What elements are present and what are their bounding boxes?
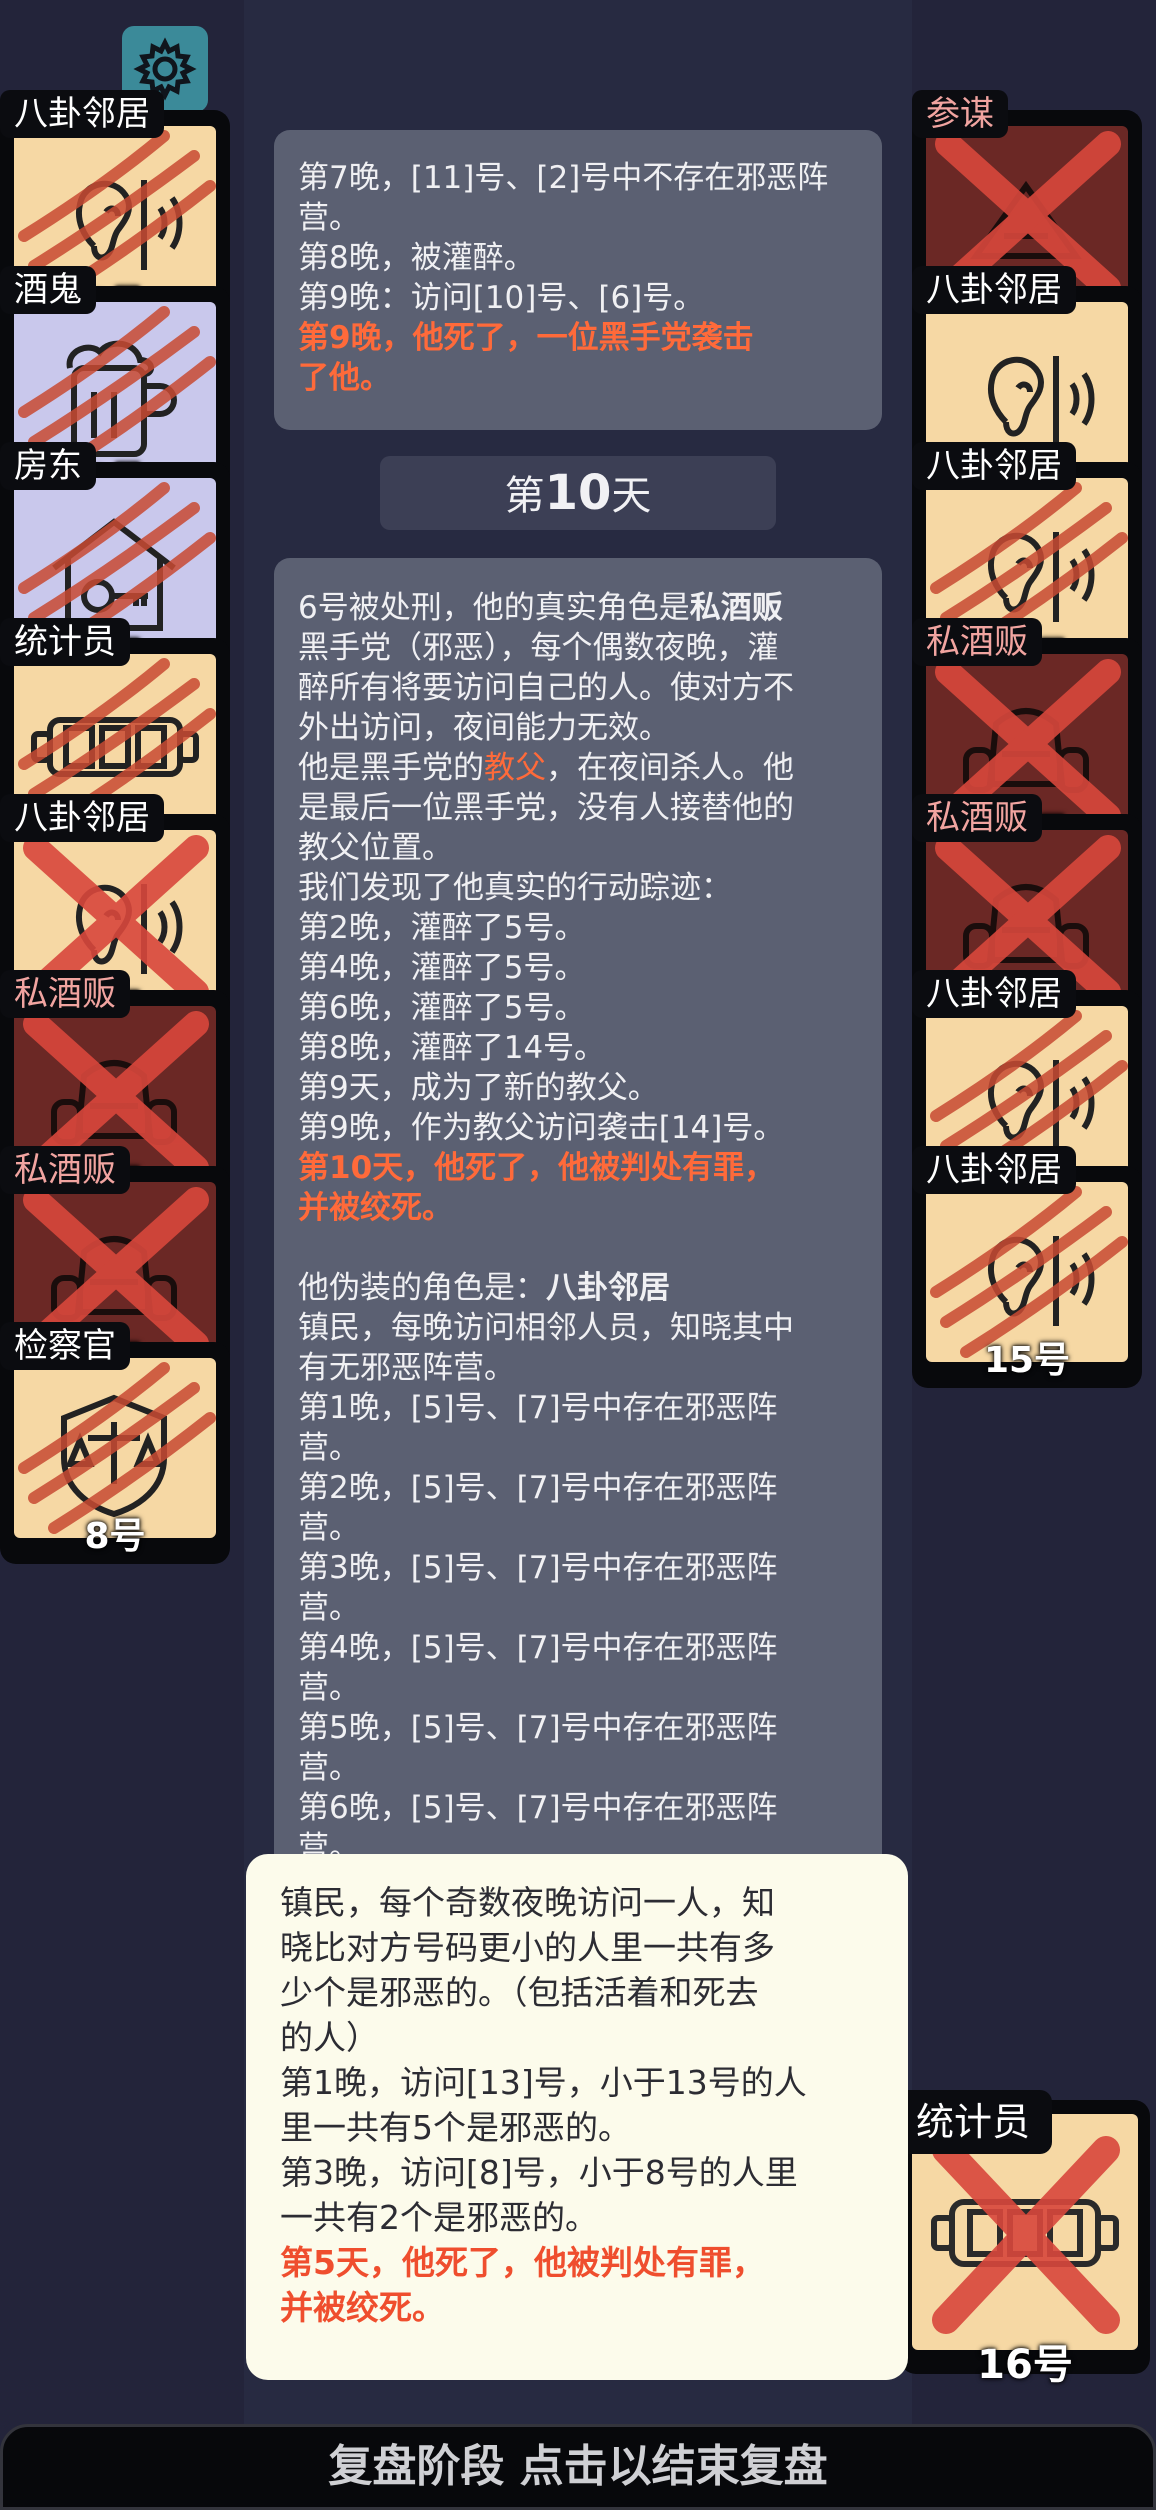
- log-line: 第7晚，[11]号、[2]号中不存在邪恶阵: [298, 160, 829, 196]
- day-prefix: 第: [504, 473, 545, 519]
- text-line: 第6晚，灌醉了5号。: [298, 990, 586, 1026]
- disguise-desc-line: 镇民，每晚访问相邻人员，知晓其中: [298, 1310, 794, 1346]
- role-label: 统计员: [894, 2090, 1053, 2154]
- role-label: 酒鬼: [0, 266, 96, 314]
- player-number: 8号: [84, 1516, 146, 1557]
- role-label: 八卦邻居: [912, 266, 1076, 314]
- text-line: 第9天，成为了新的教父。: [298, 1070, 659, 1106]
- disguise-role: 八卦邻居: [546, 1270, 670, 1306]
- text-line: 里一共有5个是邪恶的。: [280, 2108, 631, 2147]
- text-line: 镇民，每个奇数夜晚访问一人，知: [280, 1883, 775, 1922]
- text-line: 一共有2个是邪恶的。: [280, 2198, 598, 2237]
- log-line: 了他。: [298, 360, 391, 396]
- text-line: 第5晚，[5]号、[7]号中存在邪恶阵: [298, 1710, 778, 1746]
- text-line: 第2晚，灌醉了5号。: [298, 910, 586, 946]
- end-review-button[interactable]: 复盘阶段 点击以结束复盘: [0, 2424, 1156, 2510]
- godfather-line: 他是黑手党的教父，在夜间杀人。他: [298, 748, 858, 788]
- text-line: 第4晚，灌醉了5号。: [298, 950, 586, 986]
- godfather-prefix: 他是黑手党的: [298, 750, 484, 786]
- day-suffix: 天: [611, 473, 652, 519]
- role-label: 私酒贩: [0, 970, 130, 1018]
- role-desc-line: 黑手党（邪恶），每个偶数夜晚，灌: [298, 630, 779, 666]
- day-number: 10: [544, 465, 612, 521]
- role-desc-line: 醉所有将要访问自己的人。使对方不: [298, 670, 794, 706]
- role-detail-popup[interactable]: 镇民，每个奇数夜晚访问一人，知 晓比对方号码更小的人里一共有多 少个是邪恶的。（包括…: [246, 1854, 908, 2380]
- disguise-prefix: 他伪装的角色是：: [298, 1270, 546, 1306]
- role-label: 八卦邻居: [0, 794, 164, 842]
- death-line: 第10天，他死了，他被判处有罪，: [298, 1150, 776, 1186]
- log-line: 第8晚，被灌醉。: [298, 240, 535, 276]
- role-label: 房东: [0, 442, 96, 490]
- godfather-word: 教父: [484, 750, 546, 786]
- previous-log-panel[interactable]: 第7晚，[11]号、[2]号中不存在邪恶阵 营。第8晚，被灌醉。第9晚：访问[10…: [274, 130, 882, 430]
- disguise-desc-line: 有无邪恶阵营。: [298, 1350, 515, 1386]
- text-line: 营。: [298, 1750, 360, 1786]
- godfather-suffix: ，在夜间杀人。他: [546, 750, 794, 786]
- player-number: 15号: [983, 1340, 1071, 1381]
- text-line: 营。: [298, 1590, 360, 1626]
- text-line: 少个是邪恶的。（包括活着和死去: [280, 1973, 759, 2012]
- death-line: 并被绞死。: [298, 1190, 453, 1226]
- execution-text: 6号被处刑，他的真实角色是: [298, 590, 690, 626]
- role-label: 私酒贩: [0, 1146, 130, 1194]
- log-line: 第9晚：访问[10]号、[6]号。: [298, 280, 705, 316]
- popup-description: 镇民，每个奇数夜晚访问一人，知 晓比对方号码更小的人里一共有多 少个是邪恶的。（包括…: [280, 1880, 874, 2060]
- log-line: 营。: [298, 200, 360, 236]
- text-line: 营。: [298, 1510, 360, 1546]
- text-line: 第8晚，灌醉了14号。: [298, 1030, 606, 1066]
- execution-line: 6号被处刑，他的真实角色是私酒贩: [298, 588, 858, 628]
- text-line: 营。: [298, 1670, 360, 1706]
- popup-death: 第5天，他死了，他被判处有罪， 并被绞死。: [280, 2240, 874, 2330]
- text-line: 第5天，他死了，他被判处有罪，: [280, 2243, 765, 2282]
- text-line: 第3晚，访问[8]号，小于8号的人里: [280, 2153, 798, 2192]
- disguise-line: 他伪装的角色是：八卦邻居: [298, 1268, 858, 1308]
- player-number: 16号: [977, 2342, 1073, 2388]
- text-line: 第4晚，[5]号、[7]号中存在邪恶阵: [298, 1630, 778, 1666]
- ear-icon: [926, 1182, 1128, 1362]
- text-line: 晓比对方号码更小的人里一共有多: [280, 1928, 775, 1967]
- trace-title: 我们发现了他真实的行动踪迹：: [298, 870, 732, 906]
- role-label: 八卦邻居: [912, 970, 1076, 1018]
- trace-list: 第2晚，灌醉了5号。 第4晚，灌醉了5号。 第6晚，灌醉了5号。 第8晚，灌醉了14号…: [298, 908, 858, 1148]
- godfather-line: 教父位置。: [298, 830, 453, 866]
- role-label: 检察官: [0, 1322, 130, 1370]
- popup-night-results: 第1晚，访问[13]号，小于13号的人 里一共有5个是邪恶的。第3晚，访问[8]号…: [280, 2060, 874, 2240]
- text-line: 营。: [298, 1430, 360, 1466]
- player-card-16[interactable]: 统计员 16号: [894, 2090, 1156, 2388]
- text-line: 并被绞死。: [280, 2288, 445, 2327]
- player-card[interactable]: 检察官 8号: [0, 1322, 230, 1564]
- text-line: 第9晚，作为教父访问袭击[14]号。: [298, 1110, 785, 1146]
- role-label: 八卦邻居: [912, 1146, 1076, 1194]
- role-label: 八卦邻居: [0, 90, 164, 138]
- role-desc-line: 外出访问，夜间能力无效。: [298, 710, 670, 746]
- claim-list: 第1晚，[5]号、[7]号中存在邪恶阵 营。 第2晚，[5]号、[7]号中存在邪恶阵…: [298, 1388, 858, 1868]
- log-line: 第9晚，他死了，一位黑手党袭击: [298, 320, 754, 356]
- player-card[interactable]: 八卦邻居 15号: [912, 1146, 1142, 1388]
- text-line: 的人）: [280, 2018, 379, 2057]
- prosecutor-badge-icon: [14, 1358, 216, 1538]
- previous-log-lines: 第7晚，[11]号、[2]号中不存在邪恶阵 营。第8晚，被灌醉。第9晚：访问[10…: [298, 158, 858, 398]
- role-label: 统计员: [0, 618, 130, 666]
- godfather-line: 是最后一位黑手党，没有人接替他的: [298, 790, 794, 826]
- role-label: 参谋: [912, 90, 1008, 138]
- role-label: 八卦邻居: [912, 442, 1076, 490]
- text-line: 第2晚，[5]号、[7]号中存在邪恶阵: [298, 1470, 778, 1506]
- true-role: 私酒贩: [689, 590, 783, 626]
- role-label: 私酒贩: [912, 794, 1042, 842]
- text-line: 第1晚，[5]号、[7]号中存在邪恶阵: [298, 1390, 778, 1426]
- role-label: 私酒贩: [912, 618, 1042, 666]
- text-line: 第1晚，访问[13]号，小于13号的人: [280, 2063, 807, 2102]
- text-line: 第6晚，[5]号、[7]号中存在邪恶阵: [298, 1790, 778, 1826]
- day-header: 第10天: [380, 456, 776, 530]
- text-line: 第3晚，[5]号、[7]号中存在邪恶阵: [298, 1550, 778, 1586]
